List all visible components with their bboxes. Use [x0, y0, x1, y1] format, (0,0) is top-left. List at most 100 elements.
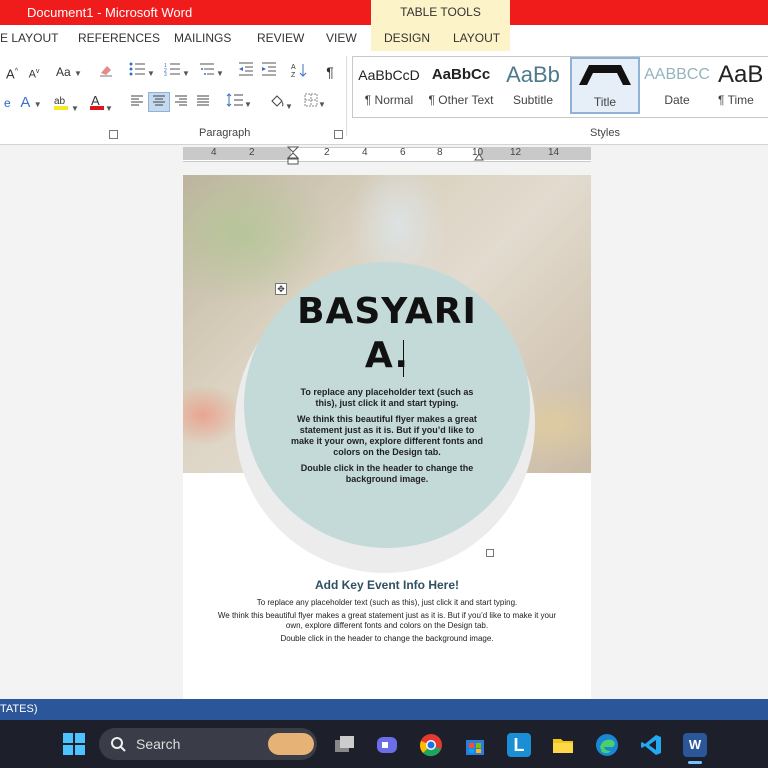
status-language[interactable]: TATES) [0, 703, 37, 715]
vscode-icon[interactable] [639, 733, 663, 757]
l-app-icon[interactable]: L [507, 733, 531, 757]
bullets-icon [129, 62, 146, 76]
style-title-label: Title [593, 95, 617, 109]
multilevel-list-button[interactable]: ▼ [197, 62, 225, 82]
flyer-title-line-2: A. [364, 335, 410, 376]
highlight-color-button[interactable]: ab ▼ [51, 93, 81, 113]
start-button[interactable] [62, 732, 86, 756]
shading-button[interactable]: ▼ [266, 93, 296, 113]
svg-text:Z: Z [291, 72, 296, 78]
event-heading[interactable]: Add Key Event Info Here! [183, 578, 591, 592]
circle-paragraph: We think this beautiful flyer makes a gr… [290, 414, 484, 457]
event-paragraph: Double click in the header to change the… [280, 634, 494, 643]
flyer-title-line-1: BASYARI [297, 291, 477, 332]
style-time-preview: AaB [718, 61, 764, 88]
justify-button[interactable] [194, 93, 212, 113]
paragraph-group-label: Paragraph [199, 127, 251, 139]
ruler-right-margin [479, 147, 591, 160]
style-title-preview [572, 59, 638, 95]
style-date[interactable]: AABBCC Date [642, 57, 712, 114]
tab-review[interactable]: REVIEW [257, 25, 304, 51]
tab-mailings[interactable]: MAILINGS [174, 25, 231, 51]
ruler-left-margin [183, 147, 291, 160]
chrome-icon[interactable] [419, 733, 443, 757]
paint-bucket-icon [271, 95, 284, 107]
circle-body-text[interactable]: To replace any placeholder text (such as… [289, 387, 485, 490]
tab-page-layout[interactable]: E LAYOUT [0, 25, 58, 51]
shrink-font-button[interactable]: Av [26, 62, 42, 82]
ruler-number: 4 [211, 147, 217, 158]
style-other-text-label: ¶ Other Text [428, 93, 494, 107]
numbering-button[interactable]: 1 2 3 ▼ [163, 62, 191, 82]
align-left-icon [131, 95, 143, 106]
borders-icon [304, 93, 318, 107]
align-right-icon [175, 95, 187, 106]
sort-button[interactable]: AZ [290, 62, 308, 82]
line-spacing-button[interactable]: ▼ [224, 93, 254, 113]
clear-formatting-button[interactable] [96, 62, 116, 82]
store-icon[interactable] [463, 733, 487, 757]
ruler-number: 6 [400, 147, 406, 158]
style-subtitle[interactable]: AaBb Subtitle [498, 57, 568, 114]
tab-design[interactable]: DESIGN [384, 25, 430, 51]
table-move-handle[interactable]: ✥ [275, 283, 287, 295]
font-dialog-launcher[interactable] [109, 130, 118, 139]
style-subtitle-preview: AaBb [506, 62, 560, 87]
style-time-label: ¶ Time [718, 93, 754, 107]
align-right-button[interactable] [172, 93, 190, 113]
borders-button[interactable]: ▼ [300, 93, 330, 113]
text-cursor [403, 340, 404, 377]
styles-group-label: Styles [590, 127, 620, 139]
style-normal[interactable]: AaBbCcD ¶ Normal [354, 57, 424, 114]
decrease-indent-button[interactable] [237, 62, 255, 82]
tab-view[interactable]: VIEW [326, 25, 357, 51]
grow-font-button[interactable]: A^ [4, 62, 20, 82]
table-resize-handle[interactable] [486, 549, 494, 557]
style-subtitle-label: Subtitle [512, 93, 554, 107]
search-icon [110, 736, 126, 752]
style-time[interactable]: AaB ¶ Time [714, 57, 768, 114]
circle-paragraph: Double click in the header to change the… [300, 463, 474, 484]
flyer-title[interactable]: BASYARI A. [267, 290, 507, 378]
style-normal-preview: AaBbCcD [358, 67, 420, 83]
svg-text:3: 3 [164, 72, 167, 76]
title-style-glyph [579, 65, 631, 85]
increase-indent-button[interactable] [260, 62, 278, 82]
tab-layout[interactable]: LAYOUT [453, 25, 500, 51]
eraser-icon [100, 66, 112, 77]
event-paragraph: To replace any placeholder text (such as… [256, 598, 518, 607]
sort-icon: AZ [291, 64, 307, 79]
style-date-preview: AABBCC [644, 66, 710, 83]
multilevel-list-icon [200, 63, 215, 75]
text-effects-button[interactable]: A ▼ [18, 93, 44, 113]
edge-icon[interactable] [595, 733, 619, 757]
show-formatting-button[interactable]: ¶ [320, 62, 340, 82]
font-color-button[interactable]: A ▼ [86, 93, 116, 113]
decrease-indent-icon [239, 62, 253, 76]
highlighter-icon: ab [54, 96, 69, 110]
file-explorer-icon[interactable] [551, 733, 575, 757]
style-other-text-preview: AaBbCc [431, 66, 491, 83]
paragraph-dialog-launcher[interactable] [334, 130, 343, 139]
circle-paragraph: To replace any placeholder text (such as… [300, 387, 474, 408]
style-other-text[interactable]: AaBbCc ¶ Other Text [426, 57, 496, 114]
task-view-icon[interactable] [332, 733, 356, 757]
word-icon[interactable]: W [683, 733, 707, 757]
indent-marker[interactable] [286, 146, 300, 166]
ruler-number: 4 [362, 147, 368, 158]
justify-icon [197, 95, 209, 106]
group-divider [346, 56, 347, 136]
chat-icon[interactable] [375, 733, 399, 757]
right-indent-marker[interactable] [474, 150, 484, 161]
numbering-icon: 123 [164, 63, 181, 78]
svg-text:A: A [291, 64, 296, 71]
style-title[interactable]: Title [570, 57, 640, 114]
svg-text:ab: ab [54, 96, 66, 107]
change-case-button[interactable]: Aa ▼ [54, 62, 84, 82]
document-page[interactable]: BASYARI A. To replace any placeholder te… [183, 175, 591, 700]
align-left-button[interactable] [128, 93, 146, 113]
tab-references[interactable]: REFERENCES [78, 25, 160, 51]
event-body-text[interactable]: To replace any placeholder text (such as… [213, 598, 561, 647]
align-center-button[interactable] [148, 92, 170, 112]
bullets-button[interactable]: ▼ [128, 62, 156, 82]
